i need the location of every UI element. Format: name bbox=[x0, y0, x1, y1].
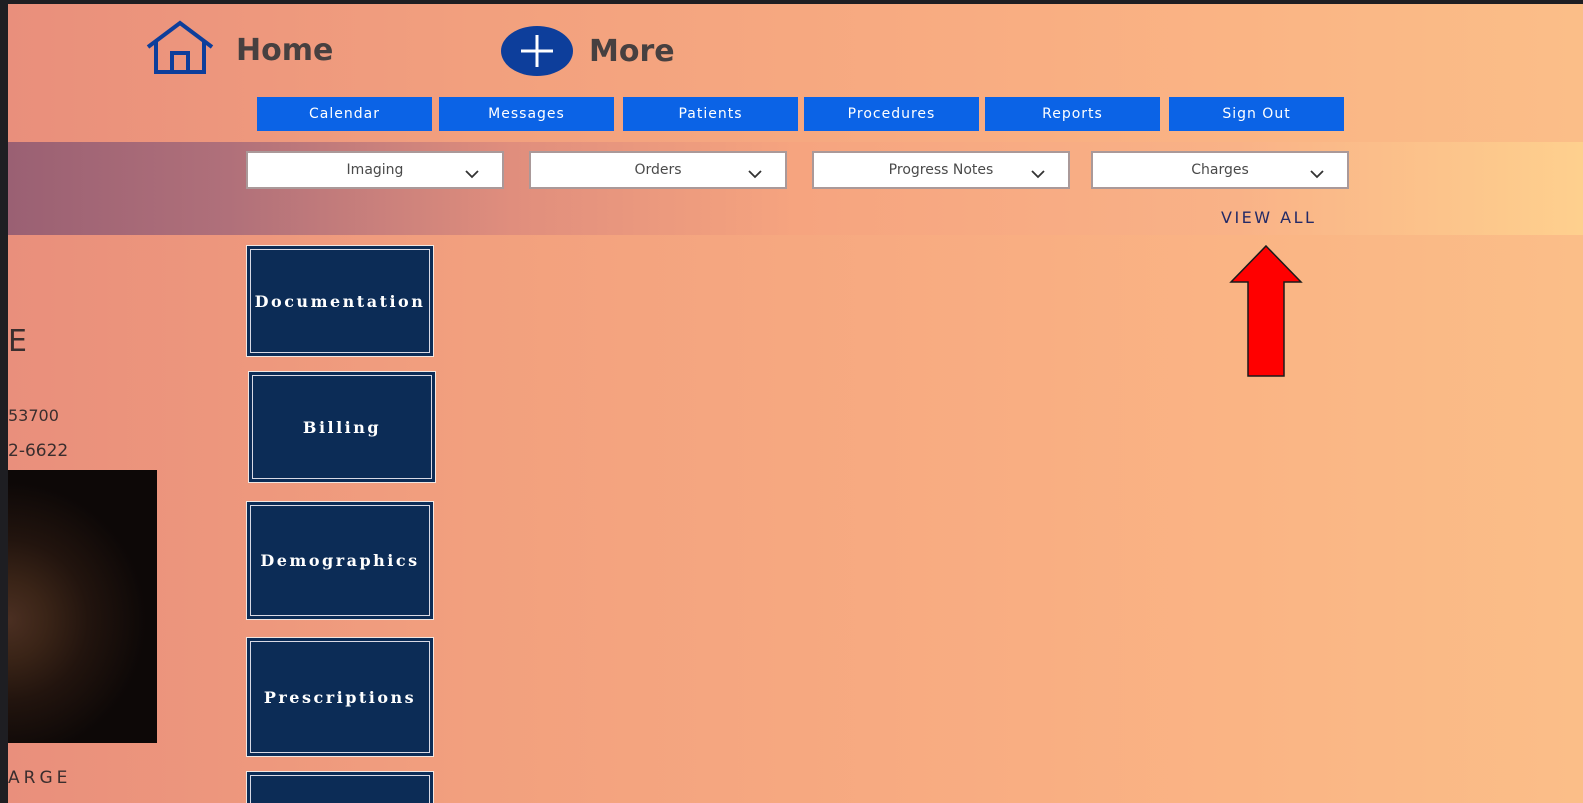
menu-patients-button[interactable]: Patients bbox=[623, 97, 798, 131]
imaging-dropdown[interactable]: Imaging bbox=[246, 151, 504, 189]
orders-dropdown[interactable]: Orders bbox=[529, 151, 787, 189]
demographics-tile[interactable]: Demographics bbox=[246, 501, 434, 620]
side-phone-line-1: 53700 bbox=[8, 406, 59, 425]
view-all-link[interactable]: VIEW ALL bbox=[1221, 208, 1316, 227]
more-link[interactable]: More bbox=[501, 26, 675, 76]
home-link[interactable]: Home bbox=[142, 20, 334, 81]
charges-dropdown-label: Charges bbox=[1191, 162, 1249, 178]
more-label: More bbox=[589, 33, 675, 69]
menu-reports-button[interactable]: Reports bbox=[985, 97, 1160, 131]
menu-procedures-button[interactable]: Procedures bbox=[804, 97, 979, 131]
billing-tile[interactable]: Billing bbox=[248, 371, 436, 483]
orders-dropdown-label: Orders bbox=[634, 162, 682, 178]
menu-sign-out-button[interactable]: Sign Out bbox=[1169, 97, 1344, 131]
app-screen: Home More Calendar Messages Patients Pro… bbox=[8, 4, 1583, 803]
prescriptions-tile[interactable]: Prescriptions bbox=[246, 637, 434, 757]
next-tile[interactable] bbox=[246, 771, 434, 803]
side-glyph: E bbox=[8, 324, 27, 359]
chevron-down-icon bbox=[464, 166, 480, 184]
home-label: Home bbox=[236, 32, 334, 68]
charges-dropdown[interactable]: Charges bbox=[1091, 151, 1349, 189]
chevron-down-icon bbox=[747, 166, 763, 184]
progress-notes-dropdown[interactable]: Progress Notes bbox=[812, 151, 1070, 189]
red-arrow-icon bbox=[1229, 244, 1303, 383]
chevron-down-icon bbox=[1030, 166, 1046, 184]
patient-photo bbox=[8, 470, 157, 743]
menu-messages-button[interactable]: Messages bbox=[439, 97, 614, 131]
side-footer-label: ARGE bbox=[8, 768, 72, 788]
house-icon bbox=[142, 20, 218, 81]
plus-icon bbox=[501, 26, 573, 76]
documentation-tile[interactable]: Documentation bbox=[246, 245, 434, 357]
side-phone-line-2: 2-6622 bbox=[8, 441, 69, 461]
progress-notes-dropdown-label: Progress Notes bbox=[888, 162, 994, 178]
imaging-dropdown-label: Imaging bbox=[346, 162, 404, 178]
menu-calendar-button[interactable]: Calendar bbox=[257, 97, 432, 131]
chevron-down-icon bbox=[1309, 166, 1325, 184]
